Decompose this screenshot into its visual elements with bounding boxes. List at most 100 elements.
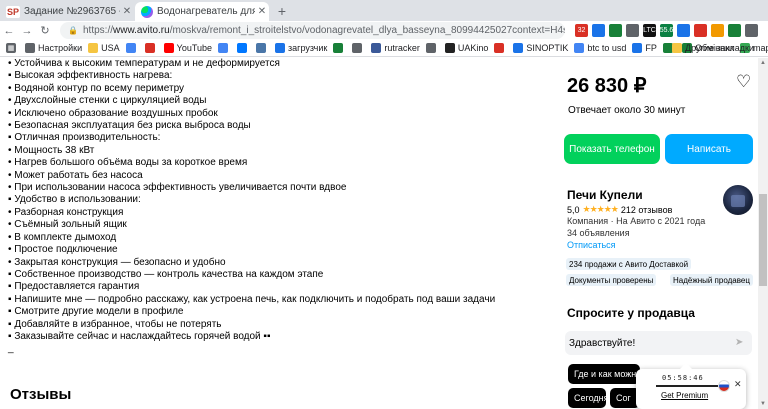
- russia-flag-icon[interactable]: [718, 380, 730, 392]
- description-line: • При использовании насоса эффективность…: [8, 182, 347, 194]
- ext-7-icon[interactable]: [677, 24, 690, 37]
- ext-11-icon[interactable]: [745, 24, 758, 37]
- bookmark-favicon-icon: [494, 43, 505, 53]
- bookmark-label: загрузчик: [288, 43, 328, 53]
- ask-seller-title: Спросите у продавца: [567, 306, 695, 320]
- ext-9-icon[interactable]: [711, 24, 724, 37]
- tab-avito[interactable]: Водонагреватель для бассейна с ✕: [135, 2, 269, 21]
- quick-reply-today[interactable]: Сегодня: [568, 388, 606, 408]
- bookmark-item[interactable]: [333, 43, 346, 53]
- ext-2-icon[interactable]: [592, 24, 605, 37]
- badge-reliable: Надёжный продавец: [670, 274, 753, 286]
- bookmark-item[interactable]: [144, 43, 158, 53]
- bookmark-item[interactable]: SINOPTIK: [513, 43, 568, 53]
- bookmark-other-folder[interactable]: Другие закладки: [672, 43, 754, 53]
- bookmark-favicon-icon: [144, 43, 155, 53]
- browser-menu-icon[interactable]: ⋮: [762, 24, 768, 37]
- scroll-down-icon[interactable]: ▼: [760, 401, 766, 407]
- ext-1-icon[interactable]: 32: [575, 24, 588, 37]
- bookmark-label: UAKino: [457, 43, 489, 53]
- bookmark-favicon-icon: [425, 43, 436, 53]
- scrollbar-thumb[interactable]: [759, 194, 767, 286]
- description-line: ▪ Предоставляется гарантия: [8, 281, 140, 293]
- seller-avatar[interactable]: [723, 185, 753, 215]
- favorite-heart-icon[interactable]: ♡: [736, 72, 751, 92]
- price: 26 830 ₽: [567, 75, 647, 97]
- ext-8-icon[interactable]: [694, 24, 707, 37]
- new-tab-icon[interactable]: +: [274, 3, 290, 19]
- bookmark-item[interactable]: [425, 43, 439, 53]
- bookmark-item[interactable]: [494, 43, 507, 53]
- tab-task[interactable]: SP Задание №2963765 - просмотр ✕: [0, 2, 134, 21]
- bookmark-apps[interactable]: ▦: [6, 43, 19, 53]
- description-line: ▪ Добавляйте в избранное, чтобы не потер…: [8, 318, 222, 330]
- address-bar[interactable]: 🔒 https://www.avito.ru/moskva/remont_i_s…: [60, 22, 565, 39]
- bookmark-label: Настройки: [38, 43, 83, 53]
- close-icon[interactable]: ✕: [255, 6, 269, 17]
- reviews-heading: Отзывы: [10, 386, 72, 403]
- bookmark-item[interactable]: [256, 43, 269, 53]
- bookmark-favicon-icon: [237, 43, 248, 53]
- bookmark-favicon-icon: [513, 43, 524, 53]
- bookmark-favicon-icon: [88, 43, 99, 53]
- description-line: • Безопасная эксплуатация без риска выбр…: [8, 120, 251, 132]
- bookmark-item[interactable]: UAKino: [444, 43, 489, 53]
- seller-company: Компания · На Авито с 2021 года: [567, 216, 706, 226]
- description-line: • Съёмный зольный ящик: [8, 219, 127, 231]
- get-premium-link[interactable]: Get Premium: [661, 391, 708, 400]
- bookmark-item[interactable]: [352, 43, 365, 53]
- tab-strip: SP Задание №2963765 - просмотр ✕ Водонаг…: [0, 0, 768, 21]
- close-icon[interactable]: ✕: [734, 379, 742, 390]
- bookmark-favicon-icon: [218, 43, 229, 53]
- sp-favicon-icon: SP: [6, 5, 20, 18]
- item-description: • Устойчива к высоким температурам и не …: [8, 58, 548, 356]
- seller-name[interactable]: Печи Купели: [567, 188, 643, 202]
- bookmark-item[interactable]: YouTube: [163, 43, 212, 53]
- send-icon[interactable]: ➤: [735, 337, 743, 348]
- bookmark-favicon-icon: [256, 43, 267, 53]
- bookmark-item[interactable]: FP: [632, 43, 657, 53]
- bookmark-item[interactable]: btc to usd: [574, 43, 626, 53]
- ext-4-icon[interactable]: [626, 24, 639, 37]
- close-icon[interactable]: ✕: [120, 6, 134, 17]
- bookmark-item[interactable]: [237, 43, 250, 53]
- ask-seller-input[interactable]: [565, 331, 752, 355]
- ext-3-icon[interactable]: [609, 24, 622, 37]
- bookmark-favicon-icon: [163, 43, 174, 53]
- description-line: • Исключено образование воздушных пробок: [8, 107, 218, 119]
- bookmark-favicon-icon: [25, 43, 35, 53]
- seller-rating: 5,0 ★★★★★ 212 отзывов: [567, 204, 672, 215]
- bookmark-item[interactable]: Настройки: [25, 43, 82, 53]
- reviews-count[interactable]: 212 отзывов: [621, 205, 673, 215]
- bookmark-item[interactable]: [125, 43, 139, 53]
- forward-icon[interactable]: →: [18, 25, 36, 37]
- scroll-up-icon[interactable]: ▲: [760, 60, 766, 66]
- ext-10-icon[interactable]: [728, 24, 741, 37]
- bookmark-favicon-icon: [275, 43, 286, 53]
- bookmark-item[interactable]: [218, 43, 231, 53]
- extensions-bar: 32 LTC 55.6 ⋮: [575, 21, 768, 40]
- bookmark-item[interactable]: загрузчик: [275, 43, 327, 53]
- reload-icon[interactable]: ↻: [36, 24, 54, 37]
- write-message-button[interactable]: Написать: [665, 134, 753, 164]
- reply-time: Отвечает около 30 минут: [568, 105, 686, 116]
- page-scrollbar[interactable]: ▲ ▼: [758, 58, 768, 409]
- description-line: • Разборная конструкция: [8, 206, 124, 218]
- bookmark-label: maps: [753, 43, 768, 53]
- description-line: _: [8, 343, 14, 355]
- bookmark-label: btc to usd: [587, 43, 627, 53]
- show-phone-button[interactable]: Показать телефон: [564, 134, 660, 164]
- bookmarks-bar: ▦ Настройки USA YouTube загрузчик rutracker UA…: [0, 40, 768, 57]
- quick-reply-where[interactable]: Где и как можно: [568, 364, 640, 384]
- bookmark-favicon-icon: [444, 43, 455, 53]
- seller-ads-count[interactable]: 34 объявления: [567, 228, 630, 238]
- bookmark-item[interactable]: USA: [88, 43, 120, 53]
- bookmark-label: FP: [645, 43, 657, 53]
- unsubscribe-link[interactable]: Отписаться: [567, 240, 616, 250]
- browser-toolbar: ← → ↻ 🔒 https://www.avito.ru/moskva/remo…: [0, 21, 768, 40]
- bookmark-item[interactable]: rutracker: [371, 43, 420, 53]
- back-icon[interactable]: ←: [0, 25, 18, 37]
- bookmark-label: Другие закладки: [685, 43, 754, 53]
- ltc-ticker-icon[interactable]: LTC: [643, 24, 656, 37]
- ext-6-icon[interactable]: 55.6: [660, 24, 673, 37]
